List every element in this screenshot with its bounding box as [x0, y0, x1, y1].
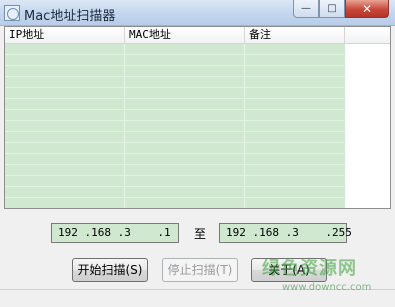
- stop-scan-button[interactable]: 停止扫描(T): [162, 258, 238, 282]
- watermark-logo: 绿色资源网: [262, 258, 357, 279]
- title-bar: Mac地址扫描器 — □ ✕: [0, 0, 395, 26]
- watermark-url: www.downcc.com: [282, 282, 372, 293]
- column-header-note[interactable]: 备注: [245, 27, 345, 44]
- list-header: IP地址 MAC地址 备注: [5, 27, 390, 44]
- scan-results-list[interactable]: IP地址 MAC地址 备注: [4, 26, 391, 209]
- list-body[interactable]: [5, 44, 345, 208]
- column-header-empty[interactable]: [345, 27, 390, 44]
- column-header-ip[interactable]: IP地址: [5, 27, 125, 44]
- start-ip-field[interactable]: 192 .168 .3 .1: [51, 223, 179, 243]
- caption-buttons: — □ ✕: [293, 0, 389, 18]
- end-ip-field[interactable]: 192 .168 .3 .255: [219, 223, 352, 243]
- column-header-mac[interactable]: MAC地址: [125, 27, 245, 44]
- start-scan-button[interactable]: 开始扫描(S): [72, 258, 148, 282]
- close-button[interactable]: ✕: [345, 0, 389, 18]
- minimize-button[interactable]: —: [293, 0, 319, 18]
- to-label: 至: [194, 227, 207, 241]
- maximize-button[interactable]: □: [319, 0, 345, 18]
- app-icon: [4, 5, 20, 21]
- window-title: Mac地址扫描器: [24, 9, 116, 24]
